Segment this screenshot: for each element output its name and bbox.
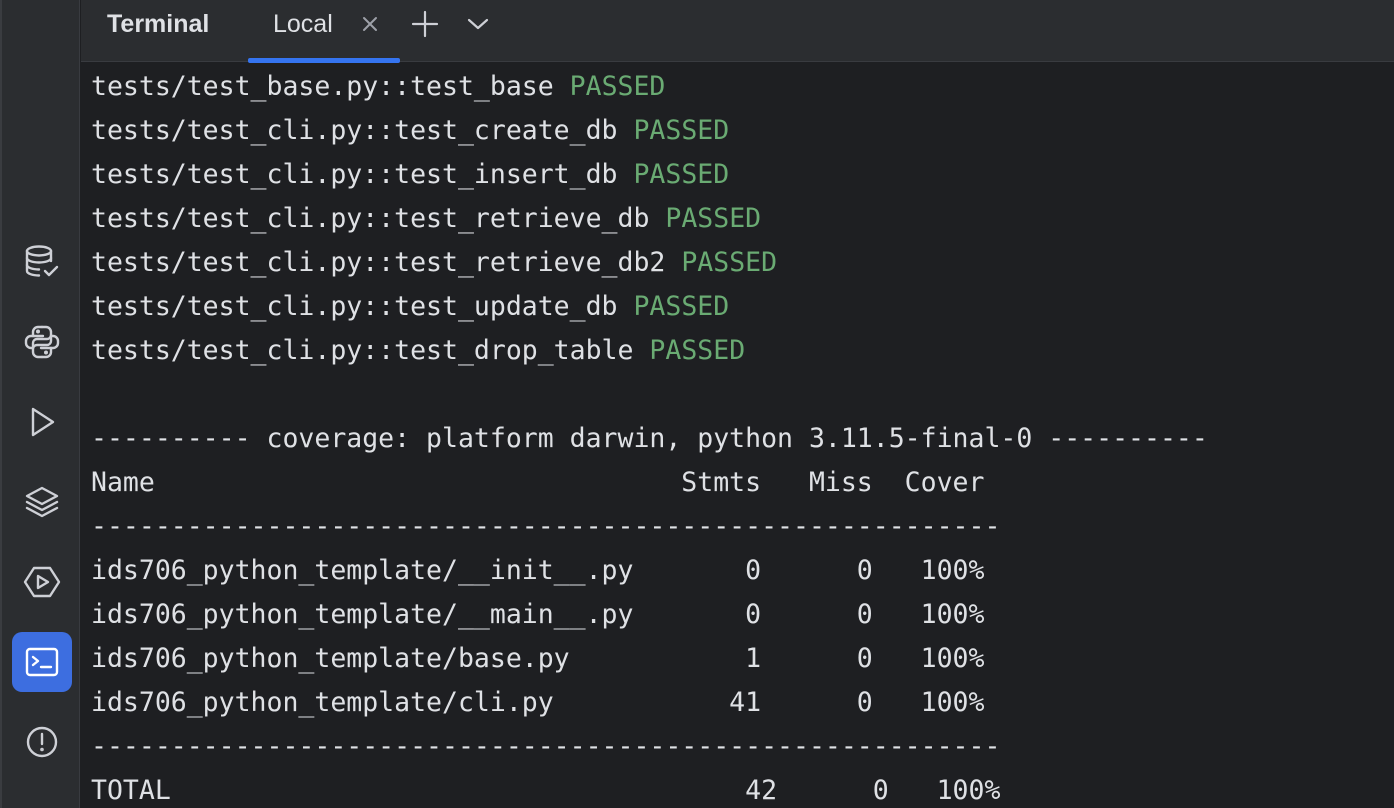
coverage-row: ids706_python_template/base.py 1 0 100% bbox=[91, 643, 985, 674]
coverage-row: ids706_python_template/__main__.py 0 0 1… bbox=[91, 599, 985, 630]
coverage-row: ids706_python_template/cli.py 41 0 100% bbox=[91, 687, 985, 718]
test-result-line: tests/test_base.py::test_base PASSED bbox=[91, 65, 665, 109]
test-result-line: tests/test_cli.py::test_retrieve_db2 PAS… bbox=[91, 241, 777, 285]
problems-icon bbox=[26, 726, 58, 758]
problems-tool-button[interactable] bbox=[12, 712, 72, 772]
terminal-icon bbox=[25, 647, 59, 677]
tab-options-dropdown[interactable] bbox=[461, 7, 495, 41]
test-status: PASSED bbox=[569, 71, 666, 102]
terminal-output[interactable]: tests/test_base.py::test_base PASSED tes… bbox=[81, 63, 1394, 808]
test-path: tests/test_cli.py::test_retrieve_db bbox=[91, 203, 650, 234]
new-tab-button[interactable] bbox=[408, 7, 442, 41]
chevron-down-icon bbox=[467, 18, 489, 30]
tab-local[interactable]: Local bbox=[248, 0, 400, 63]
test-path: tests/test_cli.py::test_update_db bbox=[91, 291, 618, 322]
test-result-line: tests/test_cli.py::test_create_db PASSED bbox=[91, 109, 729, 153]
test-status: PASSED bbox=[633, 115, 730, 146]
tool-window-sidebar bbox=[0, 0, 80, 808]
services-tool-button[interactable] bbox=[12, 552, 72, 612]
terminal-tool-button[interactable] bbox=[12, 632, 72, 692]
close-icon[interactable] bbox=[359, 13, 381, 35]
run-icon bbox=[31, 407, 55, 437]
test-path: tests/test_cli.py::test_drop_table bbox=[91, 335, 634, 366]
test-path: tests/test_cli.py::test_retrieve_db2 bbox=[91, 247, 666, 278]
coverage-total: TOTAL 42 0 100% bbox=[91, 775, 1001, 806]
test-result-line: tests/test_cli.py::test_update_db PASSED bbox=[91, 285, 729, 329]
test-path: tests/test_cli.py::test_create_db bbox=[91, 115, 618, 146]
test-status: PASSED bbox=[633, 159, 730, 190]
layers-icon bbox=[25, 486, 59, 518]
plus-icon bbox=[411, 10, 439, 38]
services-icon bbox=[23, 566, 61, 598]
run-tool-button[interactable] bbox=[12, 392, 72, 452]
test-result-line: tests/test_cli.py::test_drop_table PASSE… bbox=[91, 329, 745, 373]
test-path: tests/test_base.py::test_base bbox=[91, 71, 554, 102]
test-status: PASSED bbox=[649, 335, 746, 366]
test-result-line: tests/test_cli.py::test_insert_db PASSED bbox=[91, 153, 729, 197]
tab-label: Local bbox=[273, 10, 333, 38]
test-status: PASSED bbox=[681, 247, 778, 278]
test-result-line: tests/test_cli.py::test_retrieve_db PASS… bbox=[91, 197, 761, 241]
test-path: tests/test_cli.py::test_insert_db bbox=[91, 159, 618, 190]
coverage-header: ---------- coverage: platform darwin, py… bbox=[91, 423, 1208, 454]
test-status: PASSED bbox=[665, 203, 762, 234]
coverage-separator: ----------------------------------------… bbox=[91, 731, 1001, 762]
coverage-table-header: Name Stmts Miss Cover bbox=[91, 467, 985, 498]
python-icon bbox=[24, 325, 60, 359]
test-status: PASSED bbox=[633, 291, 730, 322]
coverage-row: ids706_python_template/__init__.py 0 0 1… bbox=[91, 555, 985, 586]
tool-window-title: Terminal bbox=[107, 10, 210, 38]
coverage-separator: ----------------------------------------… bbox=[91, 511, 1001, 542]
database-tool-button[interactable] bbox=[12, 232, 72, 292]
ide-window: Terminal Local tests/test_base.py::test_… bbox=[0, 0, 1394, 808]
terminal-header: Terminal Local bbox=[81, 0, 1394, 63]
layers-tool-button[interactable] bbox=[12, 472, 72, 532]
database-check-icon bbox=[25, 245, 59, 277]
python-console-button[interactable] bbox=[12, 312, 72, 372]
